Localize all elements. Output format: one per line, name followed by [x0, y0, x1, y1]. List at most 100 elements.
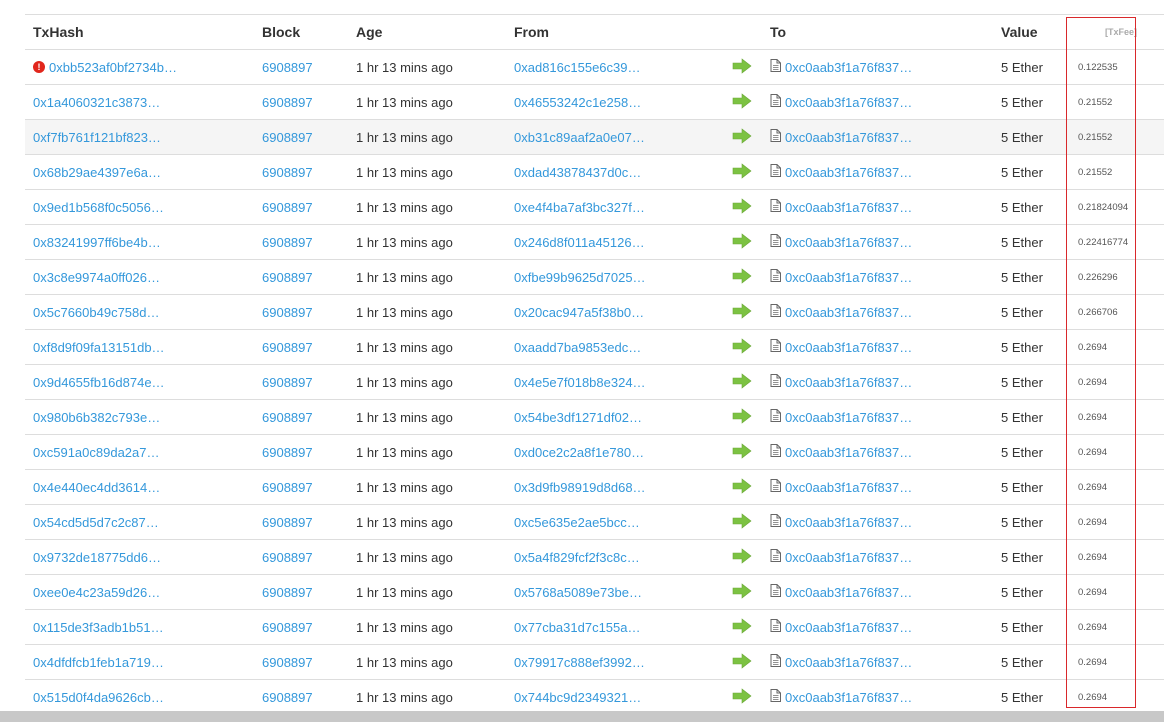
- block-cell: 6908897: [254, 550, 348, 565]
- block-link[interactable]: 6908897: [262, 690, 313, 705]
- age-cell: 1 hr 13 mins ago: [356, 234, 453, 250]
- table-row: 0xf8d9f09fa13151db… 6908897 1 hr 13 mins a…: [25, 330, 1164, 365]
- header-age: Age: [356, 24, 383, 40]
- from-address-link[interactable]: 0xdad43878437d0c…: [514, 165, 641, 180]
- from-address-link[interactable]: 0xad816c155e6c39…: [514, 60, 641, 75]
- from-address-link[interactable]: 0x54be3df1271df02…: [514, 410, 642, 425]
- arrow-right-icon: [732, 652, 752, 672]
- txhash-cell: 0x515d0f4da9626cb…: [25, 690, 254, 705]
- block-link[interactable]: 6908897: [262, 200, 313, 215]
- block-link[interactable]: 6908897: [262, 60, 313, 75]
- from-address-link[interactable]: 0x3d9fb98919d8d68…: [514, 480, 646, 495]
- block-link[interactable]: 6908897: [262, 515, 313, 530]
- txhash-link[interactable]: 0xee0e4c23a59d26…: [33, 585, 160, 600]
- txhash-link[interactable]: 0x68b29ae4397e6a…: [33, 165, 161, 180]
- txhash-link[interactable]: 0x9ed1b568f0c5056…: [33, 200, 164, 215]
- to-address-link[interactable]: 0xc0aab3f1a76f837…: [785, 515, 912, 530]
- to-address-link[interactable]: 0xc0aab3f1a76f837…: [785, 165, 912, 180]
- from-address-link[interactable]: 0x79917c888ef3992…: [514, 655, 645, 670]
- contract-icon: [770, 689, 781, 705]
- txhash-link[interactable]: 0x4dfdfcb1feb1a719…: [33, 655, 164, 670]
- table-row: 0x9732de18775dd6… 6908897 1 hr 13 mins ago…: [25, 540, 1164, 575]
- header-txfee[interactable]: [TxFee]: [1078, 27, 1164, 37]
- to-address-link[interactable]: 0xc0aab3f1a76f837…: [785, 550, 912, 565]
- value-cell: 5 Ether: [1001, 164, 1043, 180]
- arrow-right-icon: [732, 57, 752, 77]
- txhash-link[interactable]: 0x5c7660b49c758d…: [33, 305, 160, 320]
- block-link[interactable]: 6908897: [262, 410, 313, 425]
- txhash-cell: 0x9732de18775dd6…: [25, 550, 254, 565]
- block-link[interactable]: 6908897: [262, 95, 313, 110]
- txhash-link[interactable]: 0x9732de18775dd6…: [33, 550, 161, 565]
- txhash-link[interactable]: 0x1a4060321c3873…: [33, 95, 160, 110]
- age-cell: 1 hr 13 mins ago: [356, 514, 453, 530]
- to-address-link[interactable]: 0xc0aab3f1a76f837…: [785, 620, 912, 635]
- from-address-link[interactable]: 0x5768a5089e73be…: [514, 585, 642, 600]
- txhash-link[interactable]: 0x980b6b382c793e…: [33, 410, 160, 425]
- age-cell: 1 hr 13 mins ago: [356, 304, 453, 320]
- block-link[interactable]: 6908897: [262, 375, 313, 390]
- block-link[interactable]: 6908897: [262, 550, 313, 565]
- from-address-link[interactable]: 0x20cac947a5f38b0…: [514, 305, 644, 320]
- from-address-link[interactable]: 0xe4f4ba7af3bc327f…: [514, 200, 645, 215]
- to-address-link[interactable]: 0xc0aab3f1a76f837…: [785, 270, 912, 285]
- from-address-link[interactable]: 0xfbe99b9625d7025…: [514, 270, 646, 285]
- txfee-cell: 0.122535: [1078, 61, 1118, 73]
- txhash-link[interactable]: 0x115de3f3adb1b51…: [33, 620, 164, 635]
- block-link[interactable]: 6908897: [262, 445, 313, 460]
- to-address-link[interactable]: 0xc0aab3f1a76f837…: [785, 305, 912, 320]
- arrow-right-icon: [732, 197, 752, 217]
- from-address-link[interactable]: 0x5a4f829fcf2f3c8c…: [514, 550, 640, 565]
- from-address-link[interactable]: 0xd0ce2c2a8f1e780…: [514, 445, 644, 460]
- block-link[interactable]: 6908897: [262, 340, 313, 355]
- to-address-link[interactable]: 0xc0aab3f1a76f837…: [785, 585, 912, 600]
- to-address-link[interactable]: 0xc0aab3f1a76f837…: [785, 95, 912, 110]
- horizontal-scrollbar[interactable]: [0, 711, 1164, 722]
- block-link[interactable]: 6908897: [262, 165, 313, 180]
- to-address-link[interactable]: 0xc0aab3f1a76f837…: [785, 340, 912, 355]
- to-address-link[interactable]: 0xc0aab3f1a76f837…: [785, 655, 912, 670]
- txhash-link[interactable]: 0x3c8e9974a0ff026…: [33, 270, 160, 285]
- block-link[interactable]: 6908897: [262, 655, 313, 670]
- txfee-cell: 0.2694: [1078, 376, 1108, 388]
- txhash-link[interactable]: 0x515d0f4da9626cb…: [33, 690, 164, 705]
- direction-cell: [718, 582, 766, 602]
- to-address-link[interactable]: 0xc0aab3f1a76f837…: [785, 235, 912, 250]
- from-address-link[interactable]: 0x77cba31d7c155a…: [514, 620, 641, 635]
- to-address-link[interactable]: 0xc0aab3f1a76f837…: [785, 480, 912, 495]
- txhash-link[interactable]: 0x4e440ec4dd3614…: [33, 480, 160, 495]
- arrow-right-icon: [732, 687, 752, 707]
- txhash-link[interactable]: 0xbb523af0bf2734b…: [49, 60, 177, 75]
- block-link[interactable]: 6908897: [262, 620, 313, 635]
- txhash-link[interactable]: 0xf7fb761f121bf823…: [33, 130, 161, 145]
- block-link[interactable]: 6908897: [262, 235, 313, 250]
- from-address-link[interactable]: 0xaadd7ba9853edc…: [514, 340, 641, 355]
- to-address-link[interactable]: 0xc0aab3f1a76f837…: [785, 200, 912, 215]
- block-link[interactable]: 6908897: [262, 130, 313, 145]
- txhash-link[interactable]: 0x54cd5d5d7c2c87…: [33, 515, 159, 530]
- to-address-link[interactable]: 0xc0aab3f1a76f837…: [785, 130, 912, 145]
- from-address-link[interactable]: 0x744bc9d2349321…: [514, 690, 641, 705]
- to-address-link[interactable]: 0xc0aab3f1a76f837…: [785, 375, 912, 390]
- from-address-link[interactable]: 0xb31c89aaf2a0e07…: [514, 130, 645, 145]
- to-address-link[interactable]: 0xc0aab3f1a76f837…: [785, 410, 912, 425]
- txhash-link[interactable]: 0xf8d9f09fa13151db…: [33, 340, 165, 355]
- to-address-link[interactable]: 0xc0aab3f1a76f837…: [785, 60, 912, 75]
- block-link[interactable]: 6908897: [262, 305, 313, 320]
- from-address-link[interactable]: 0xc5e635e2ae5bcc…: [514, 515, 640, 530]
- txhash-link[interactable]: 0xc591a0c89da2a7…: [33, 445, 160, 460]
- from-address-link[interactable]: 0x246d8f011a45126…: [514, 235, 645, 250]
- from-address-link[interactable]: 0x46553242c1e258…: [514, 95, 641, 110]
- to-cell: 0xc0aab3f1a76f837…: [766, 654, 995, 670]
- from-address-link[interactable]: 0x4e5e7f018b8e324…: [514, 375, 646, 390]
- direction-cell: [718, 127, 766, 147]
- block-link[interactable]: 6908897: [262, 585, 313, 600]
- to-address-link[interactable]: 0xc0aab3f1a76f837…: [785, 445, 912, 460]
- to-address-link[interactable]: 0xc0aab3f1a76f837…: [785, 690, 912, 705]
- txhash-link[interactable]: 0x9d4655fb16d874e…: [33, 375, 165, 390]
- from-cell: 0xb31c89aaf2a0e07…: [506, 130, 718, 145]
- block-link[interactable]: 6908897: [262, 480, 313, 495]
- block-link[interactable]: 6908897: [262, 270, 313, 285]
- txhash-link[interactable]: 0x83241997ff6be4b…: [33, 235, 161, 250]
- age-cell: 1 hr 13 mins ago: [356, 689, 453, 705]
